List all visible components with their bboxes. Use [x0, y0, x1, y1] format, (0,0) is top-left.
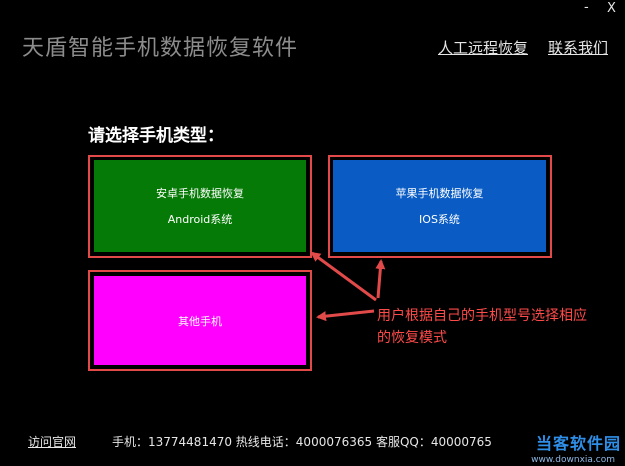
instruction-annotation: 用户根据自己的手机型号选择相应 的恢复模式	[377, 305, 587, 349]
contact-info: 手机：13774481470 热线电话：4000076365 客服QQ：4000…	[112, 435, 492, 449]
arrow-to-other	[316, 309, 375, 322]
watermark-url: www.downxia.com	[531, 455, 615, 465]
watermark-logo: 当客软件园	[535, 434, 621, 453]
arrow-to-android	[310, 251, 377, 302]
visit-website-link[interactable]: 访问官网	[28, 433, 76, 450]
annotation-line-1: 用户根据自己的手机型号选择相应	[377, 308, 587, 324]
annotation-line-2: 的恢复模式	[377, 330, 447, 346]
arrow-to-ios	[375, 259, 386, 299]
annotation-arrows	[310, 251, 386, 322]
